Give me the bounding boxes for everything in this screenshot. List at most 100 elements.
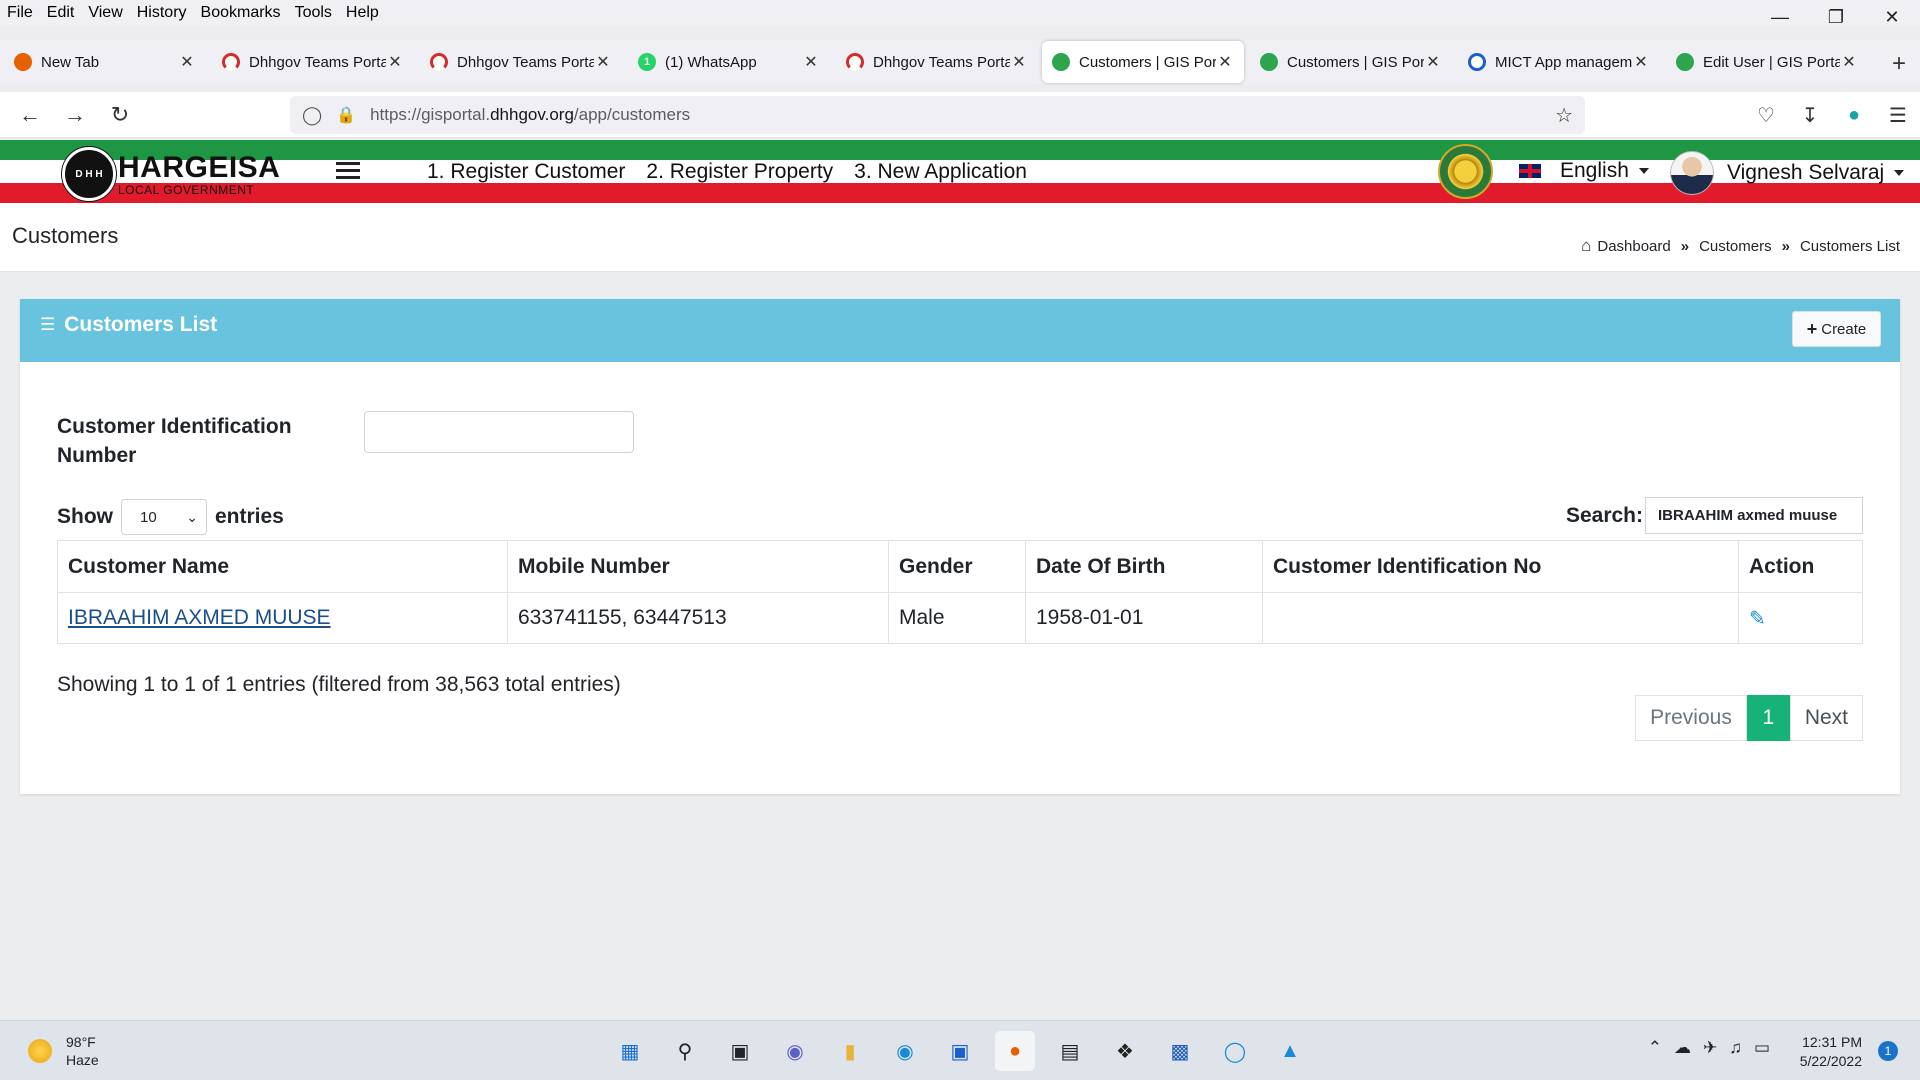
- weather-widget[interactable]: 98°F Haze: [28, 1033, 99, 1069]
- previous-button[interactable]: Previous: [1635, 695, 1747, 741]
- close-tab-icon[interactable]: ✕: [1840, 52, 1858, 72]
- tab-dhhgov-teams-1[interactable]: Dhhgov Teams Portal ✕: [212, 40, 414, 84]
- download-icon[interactable]: ↧: [1788, 100, 1832, 130]
- tracking-shield-icon[interactable]: ◯: [302, 105, 322, 126]
- pocket-icon[interactable]: ♡: [1744, 100, 1788, 130]
- close-tab-icon[interactable]: ✕: [386, 52, 404, 72]
- nav-register-property[interactable]: 2. Register Property: [646, 160, 833, 184]
- menu-tools[interactable]: Tools: [288, 4, 339, 22]
- cell-dob: 1958-01-01: [1025, 592, 1263, 644]
- col-customer-name[interactable]: Customer Name: [57, 540, 508, 593]
- col-date-of-birth[interactable]: Date Of Birth: [1025, 540, 1263, 593]
- new-tab-icon[interactable]: +: [1892, 50, 1906, 78]
- avatar: [1670, 151, 1714, 195]
- home-icon: ⌂: [1581, 236, 1592, 255]
- entries-select[interactable]: 10 ⌄: [121, 499, 207, 535]
- table-search: Search: IBRAAHIM axmed muuse: [1566, 497, 1863, 534]
- create-button[interactable]: + Create: [1792, 311, 1881, 347]
- tab-dhhgov-teams-3[interactable]: Dhhgov Teams Portal ✕: [836, 40, 1038, 84]
- tab-new-tab[interactable]: New Tab ✕: [4, 40, 206, 84]
- tab-customers[interactable]: Customers | GIS Portal ✕: [1250, 40, 1452, 84]
- uk-flag-icon: [1518, 163, 1542, 179]
- tab-whatsapp[interactable]: 1 (1) WhatsApp ✕: [628, 40, 830, 84]
- mict-app-icon: [1468, 53, 1486, 71]
- hargeisa-logo[interactable]: D H H HARGEISA LOCAL GOVERNMENT: [62, 147, 280, 201]
- reload-icon[interactable]: ↻: [105, 100, 135, 130]
- restore-icon[interactable]: ❐: [1808, 0, 1864, 34]
- breadcrumb-dashboard[interactable]: Dashboard: [1597, 238, 1670, 255]
- close-tab-icon[interactable]: ✕: [802, 52, 820, 72]
- navigation-bar: ← → ↻ ◯ 🔒 https://gisportal.dhhgov.org/a…: [0, 92, 1920, 138]
- sidebar-toggle-icon[interactable]: [336, 162, 360, 183]
- taskbar: 98°F Haze ▦ ⚲ ▣ ◉ ▮ ◉ ▣ ● ▤ ❖ ▩ ◯ ▲ ⌃ ☁ …: [0, 1020, 1920, 1080]
- clock-date: 5/22/2022: [1799, 1053, 1862, 1069]
- extension-icon[interactable]: ●: [1832, 100, 1876, 130]
- close-window-icon[interactable]: ✕: [1864, 0, 1920, 34]
- nav-new-application[interactable]: 3. New Application: [854, 160, 1027, 184]
- task-view-icon[interactable]: ▣: [720, 1031, 760, 1071]
- tab-edit-user[interactable]: Edit User | GIS Portal ✕: [1666, 40, 1868, 84]
- store-icon[interactable]: ▣: [940, 1031, 980, 1071]
- forward-icon[interactable]: →: [60, 100, 90, 130]
- tab-mict-app[interactable]: MICT App management ✕: [1458, 40, 1660, 84]
- back-icon[interactable]: ←: [15, 100, 45, 130]
- menu-help[interactable]: Help: [339, 4, 386, 22]
- tips-icon[interactable]: ◯: [1215, 1031, 1255, 1071]
- menu-edit[interactable]: Edit: [40, 4, 82, 22]
- url-text[interactable]: https://gisportal.dhhgov.org/app/custome…: [370, 105, 690, 125]
- app-header: D H H HARGEISA LOCAL GOVERNMENT 1. Regis…: [0, 140, 1920, 203]
- chat-icon[interactable]: ◉: [775, 1031, 815, 1071]
- close-tab-icon[interactable]: ✕: [1424, 52, 1442, 72]
- cloud-icon[interactable]: ☁: [1674, 1038, 1691, 1058]
- tab-dhhgov-teams-2[interactable]: Dhhgov Teams Portal ✕: [420, 40, 622, 84]
- next-button[interactable]: Next: [1789, 695, 1863, 741]
- edge-icon[interactable]: ◉: [885, 1031, 925, 1071]
- cin-filter-input[interactable]: [364, 411, 634, 453]
- lock-icon[interactable]: 🔒: [336, 105, 356, 125]
- menu-view[interactable]: View: [81, 4, 129, 22]
- clock[interactable]: 12:31 PM 5/22/2022: [1800, 1033, 1862, 1071]
- col-customer-id-no[interactable]: Customer Identification No: [1262, 540, 1739, 593]
- close-tab-icon[interactable]: ✕: [1632, 52, 1650, 72]
- word-icon[interactable]: ▩: [1160, 1031, 1200, 1071]
- breadcrumb-customers[interactable]: Customers: [1699, 238, 1772, 255]
- close-tab-icon[interactable]: ✕: [1010, 52, 1028, 72]
- notification-badge[interactable]: 1: [1878, 1041, 1898, 1061]
- close-tab-icon[interactable]: ✕: [1216, 52, 1234, 72]
- url-bar[interactable]: ◯ 🔒 https://gisportal.dhhgov.org/app/cus…: [290, 96, 1585, 134]
- language-dropdown[interactable]: English: [1518, 159, 1649, 183]
- page-1-button[interactable]: 1: [1746, 695, 1790, 741]
- amazon-icon[interactable]: ▤: [1050, 1031, 1090, 1071]
- windows-start-icon[interactable]: ▦: [610, 1031, 650, 1071]
- photos-icon[interactable]: ▲: [1270, 1031, 1310, 1071]
- menu-bookmarks[interactable]: Bookmarks: [194, 4, 288, 22]
- file-explorer-icon[interactable]: ▮: [830, 1031, 870, 1071]
- caret-down-icon: [1638, 168, 1649, 174]
- firefox-taskbar-icon[interactable]: ●: [995, 1031, 1035, 1071]
- menu-file[interactable]: File: [0, 4, 40, 22]
- menu-history[interactable]: History: [130, 4, 194, 22]
- list-icon: ☰: [40, 315, 56, 334]
- bookmark-star-icon[interactable]: ☆: [1555, 103, 1573, 128]
- close-tab-icon[interactable]: ✕: [178, 52, 196, 72]
- airplane-icon[interactable]: ✈: [1703, 1038, 1717, 1058]
- dropbox-icon[interactable]: ❖: [1105, 1031, 1145, 1071]
- search-icon[interactable]: ⚲: [665, 1031, 705, 1071]
- chevron-up-icon[interactable]: ⌃: [1648, 1038, 1662, 1058]
- tab-customers-active[interactable]: Customers | GIS Portal ✕: [1042, 41, 1244, 83]
- battery-icon[interactable]: ▭: [1754, 1038, 1770, 1058]
- government-seal-icon: [1438, 144, 1493, 199]
- user-menu[interactable]: Vignesh Selvaraj: [1670, 151, 1905, 195]
- customer-name-link[interactable]: IBRAAHIM AXMED MUUSE: [68, 606, 331, 629]
- col-mobile-number[interactable]: Mobile Number: [507, 540, 889, 593]
- close-tab-icon[interactable]: ✕: [594, 52, 612, 72]
- hamburger-menu-icon[interactable]: ☰: [1876, 100, 1920, 130]
- col-action[interactable]: Action: [1738, 540, 1863, 593]
- cell-cin: [1262, 592, 1739, 644]
- speaker-icon[interactable]: ♫: [1729, 1038, 1742, 1058]
- search-input[interactable]: IBRAAHIM axmed muuse: [1645, 497, 1863, 534]
- col-gender[interactable]: Gender: [888, 540, 1026, 593]
- nav-register-customer[interactable]: 1. Register Customer: [427, 160, 625, 184]
- edit-icon[interactable]: ✎: [1749, 608, 1766, 630]
- minimize-icon[interactable]: —: [1752, 0, 1808, 34]
